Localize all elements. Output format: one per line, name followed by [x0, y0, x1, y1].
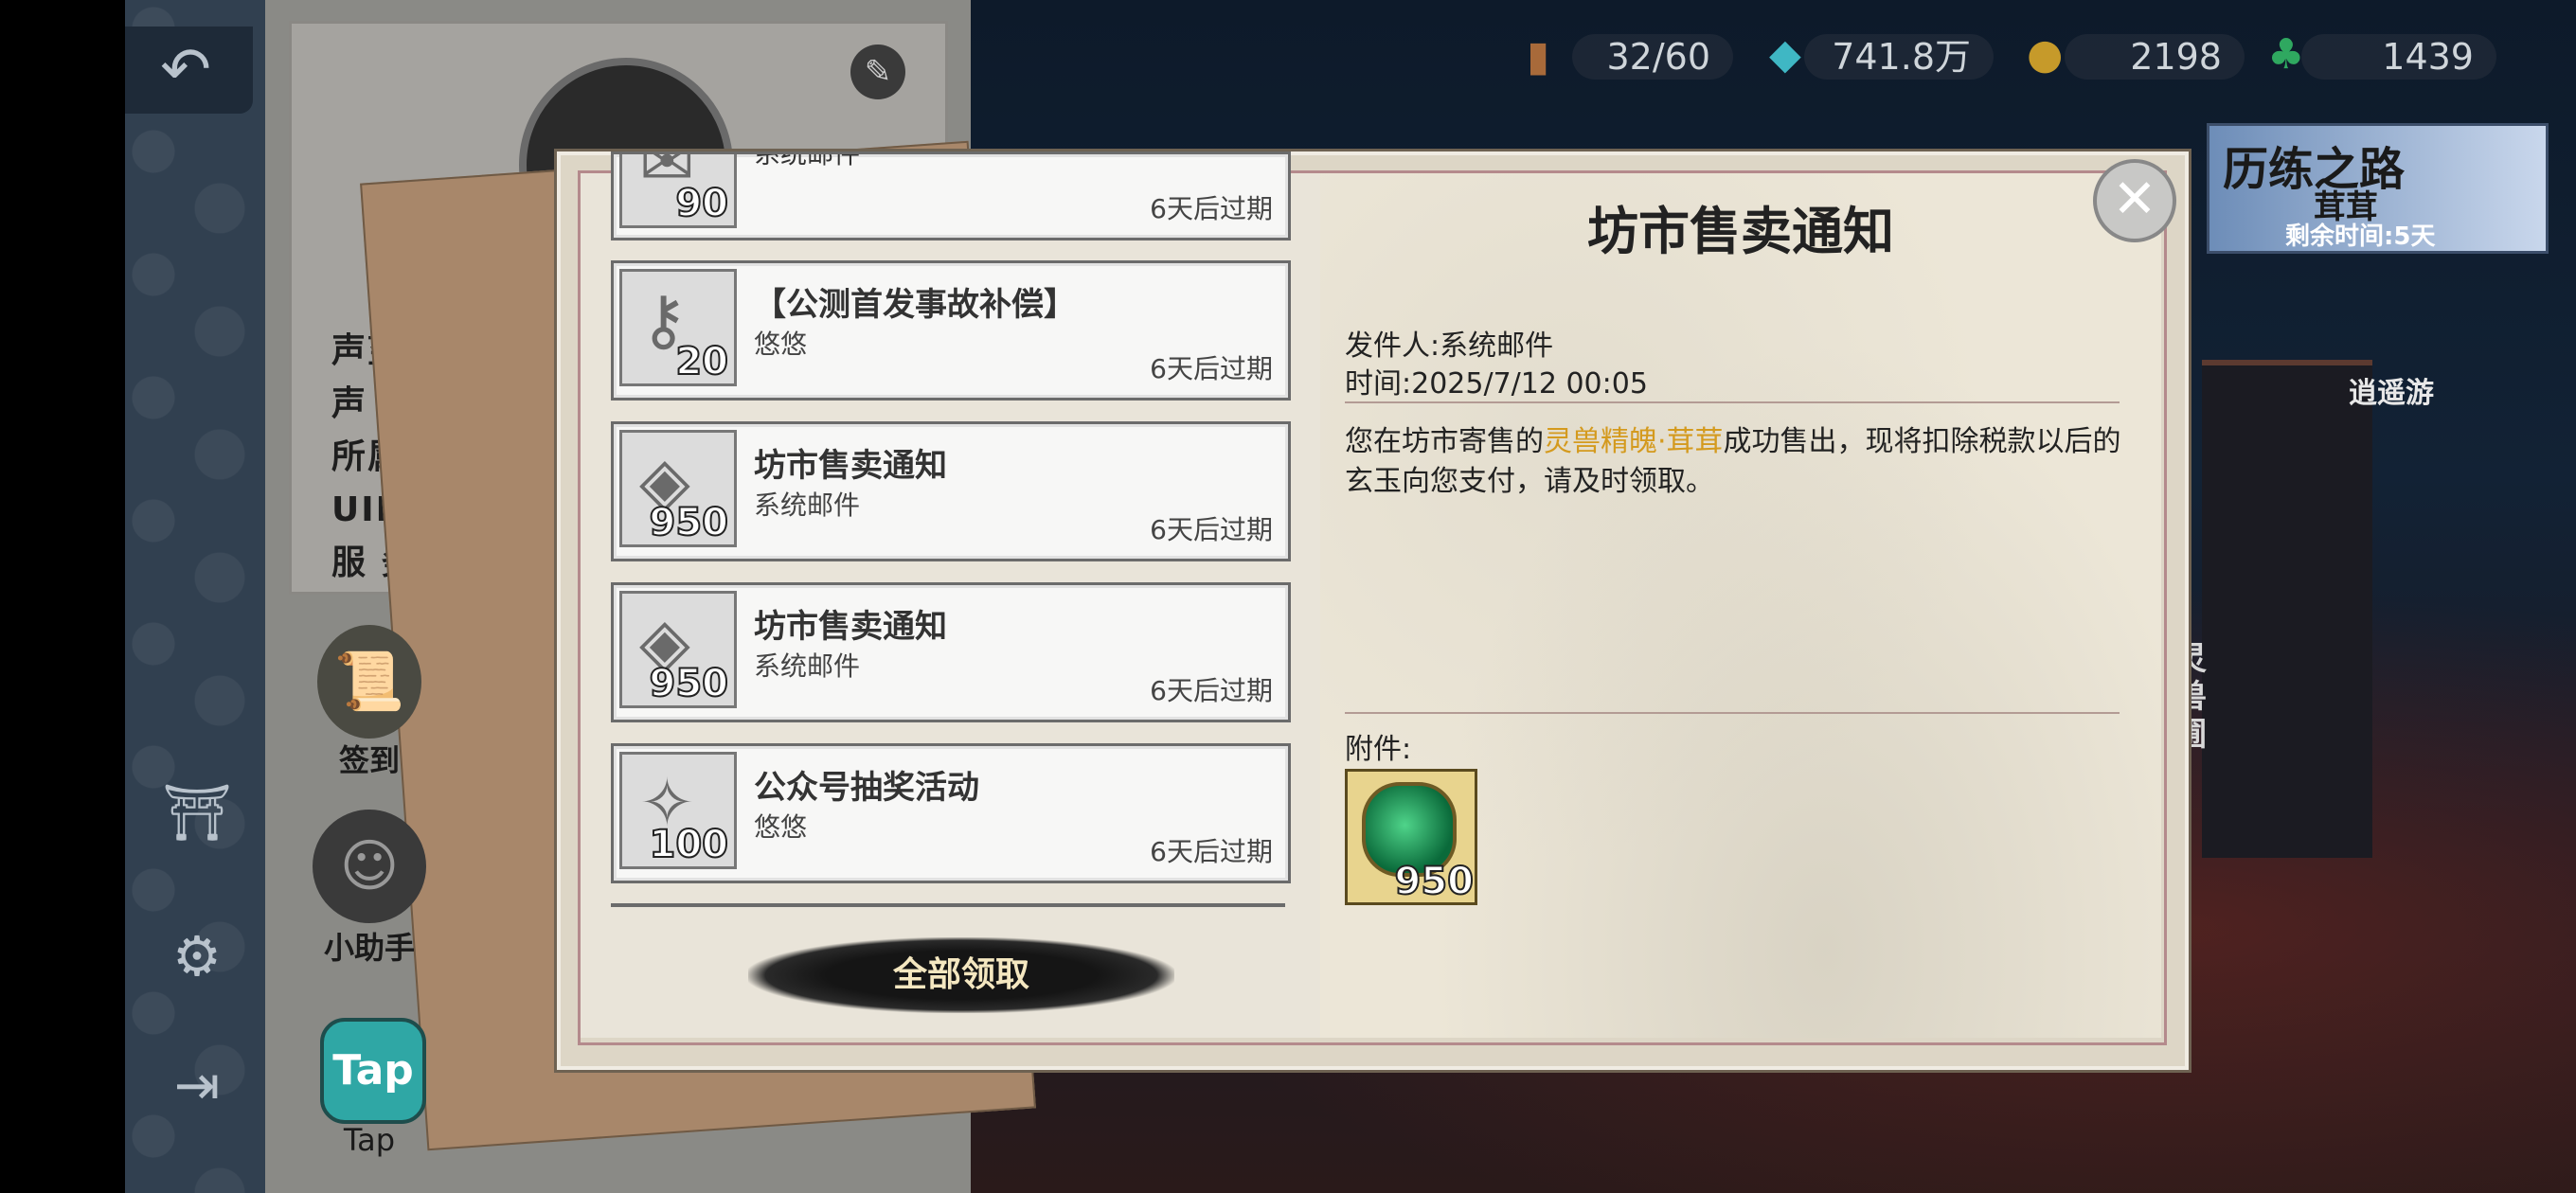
mail-item[interactable]: ⚷ 20 【公测首发事故补偿】 悠悠 6天后过期 — [611, 260, 1291, 401]
mail-item-icon-box: ✧ 100 — [619, 752, 737, 869]
detail-sender-row: 发件人:系统邮件 — [1345, 322, 1553, 364]
tap-logo-icon[interactable]: Tap — [320, 1018, 426, 1124]
mail-item[interactable]: ✉ 90 系统邮件 6天后过期 — [611, 151, 1291, 240]
mail-item-sender: 系统邮件 — [754, 650, 861, 682]
claim-all-button[interactable]: 全部领取 — [748, 937, 1174, 1013]
attachment-label: 附件: — [1345, 733, 1412, 766]
body-text-before: 您在坊市寄售的 — [1345, 425, 1544, 458]
checkin-label[interactable]: 签到 — [313, 737, 426, 780]
detail-body: 您在坊市寄售的灵兽精魄·茸茸成功售出，现将扣除税款以后的玄玉向您支付，请及时领取… — [1345, 422, 2140, 502]
left-nav-strip — [125, 0, 265, 1193]
detail-time: 2025/7/12 00:05 — [1411, 367, 1648, 401]
mail-item-sender: 系统邮件 — [754, 490, 861, 521]
mail-item-icon-box: ⚷ 20 — [619, 269, 737, 386]
attachment-qty: 950 — [1394, 859, 1476, 904]
event-banner[interactable]: 历练之路 茸茸 剩余时间:5天 — [2207, 123, 2549, 254]
gear-icon[interactable]: ⚙ — [150, 909, 244, 1004]
resource-jade: 1439 — [2301, 34, 2496, 80]
mail-item-qty: 90 — [674, 181, 729, 226]
mail-item-expire: 6天后过期 — [1150, 353, 1273, 384]
jade-icon: ♣ — [2267, 30, 2305, 79]
detail-sender-label: 发件人: — [1345, 329, 1440, 363]
mail-item[interactable]: ◈ 950 坊市售卖通知 系统邮件 6天后过期 — [611, 582, 1291, 722]
mail-item-icon-box: ◈ 950 — [619, 430, 737, 547]
mail-item-icon-box: ◈ 950 — [619, 591, 737, 708]
body-item-highlight: 灵兽精魄·茸茸 — [1544, 425, 1724, 458]
scroll-brush-icon[interactable]: 📜 — [317, 625, 421, 739]
mail-item-title: 系统邮件 — [754, 151, 861, 169]
mail-item-qty: 950 — [649, 661, 729, 706]
mail-item-qty: 950 — [649, 500, 729, 545]
pagoda — [2202, 360, 2372, 858]
mail-item-expire: 6天后过期 — [1150, 675, 1273, 706]
brush-edit-icon[interactable]: ✎ — [850, 45, 905, 99]
back-arrow-icon: ↶ — [160, 35, 211, 105]
resource-stamina: 32/60 — [1572, 34, 1733, 80]
detail-time-label: 时间: — [1345, 367, 1412, 401]
crystal-icon: ◆ — [1769, 30, 1801, 79]
list-scroll-edge — [611, 903, 1285, 907]
mail-item-sender: 悠悠 — [754, 329, 808, 360]
wander-label[interactable]: 逍遥游 — [2349, 369, 2434, 411]
back-button[interactable]: ↶ — [125, 27, 253, 114]
gate-icon[interactable]: ⛩ — [150, 765, 244, 860]
mail-item-title: 坊市售卖通知 — [754, 608, 947, 646]
close-icon: ✕ — [2112, 169, 2157, 230]
helper-girl-icon[interactable]: ☺ — [313, 810, 426, 923]
helper-label[interactable]: 小助手 — [303, 924, 436, 968]
logout-icon[interactable]: ⇥ — [150, 1038, 244, 1132]
close-button[interactable]: ✕ — [2093, 159, 2176, 242]
detail-time-row: 时间:2025/7/12 00:05 — [1345, 360, 1648, 401]
mail-item-icon-box: ✉ 90 — [619, 154, 737, 228]
mail-item[interactable]: ◈ 950 坊市售卖通知 系统邮件 6天后过期 — [611, 421, 1291, 561]
detail-sender: 系统邮件 — [1440, 329, 1554, 363]
mail-item-expire: 6天后过期 — [1150, 836, 1273, 867]
mail-item-title: 公众号抽奖活动 — [754, 769, 979, 807]
resource-crystal: 741.8万 — [1804, 34, 1994, 80]
mail-item-qty: 20 — [674, 339, 729, 384]
event-remaining: 剩余时间:5天 — [2285, 223, 2436, 251]
mail-item[interactable]: ✧ 100 公众号抽奖活动 悠悠 6天后过期 — [611, 743, 1291, 883]
mail-item-qty: 100 — [649, 822, 729, 867]
mail-item-expire: 6天后过期 — [1150, 193, 1273, 224]
wooden-plaque-icon: ▮ — [1527, 32, 1550, 80]
mail-item-expire: 6天后过期 — [1150, 514, 1273, 545]
gold-ingot-icon: ● — [2027, 30, 2064, 79]
divider — [1345, 712, 2120, 714]
detail-title: 坊市售卖通知 — [1587, 202, 1894, 261]
mail-item-title: 【公测首发事故补偿】 — [754, 286, 1076, 324]
tap-label[interactable]: Tap — [313, 1122, 426, 1158]
mail-item-sender: 悠悠 — [754, 811, 808, 843]
divider — [1345, 401, 2120, 403]
resource-gold: 2198 — [2065, 34, 2245, 80]
mail-item-title: 坊市售卖通知 — [754, 447, 947, 485]
